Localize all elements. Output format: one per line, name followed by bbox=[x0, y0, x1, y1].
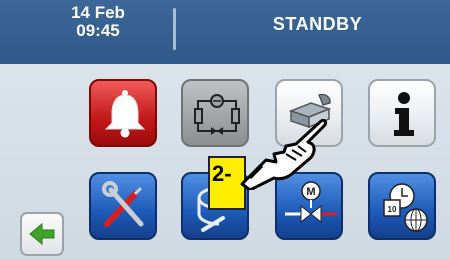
alarm-button[interactable] bbox=[89, 79, 157, 147]
pointing-hand-icon bbox=[240, 118, 328, 190]
time-text: 09:45 bbox=[76, 21, 120, 40]
bell-icon bbox=[104, 90, 146, 138]
service-tools-button[interactable] bbox=[89, 172, 157, 240]
clock-settings-button[interactable]: 10 bbox=[368, 172, 436, 240]
status-text: STANDBY bbox=[272, 14, 363, 34]
step-label-text: 2- bbox=[212, 161, 232, 186]
header-bar: 14 Feb 09:45 STANDBY bbox=[0, 0, 450, 64]
tools-icon bbox=[102, 181, 144, 227]
date-text: 14 Feb bbox=[71, 3, 125, 22]
info-icon bbox=[394, 92, 414, 136]
info-button[interactable] bbox=[368, 79, 436, 147]
calendar-clock-globe-icon: 10 bbox=[383, 183, 428, 232]
back-button[interactable] bbox=[20, 212, 64, 256]
header-divider bbox=[173, 8, 176, 50]
svg-text:10: 10 bbox=[388, 205, 397, 214]
left-arrow-icon bbox=[29, 222, 55, 246]
